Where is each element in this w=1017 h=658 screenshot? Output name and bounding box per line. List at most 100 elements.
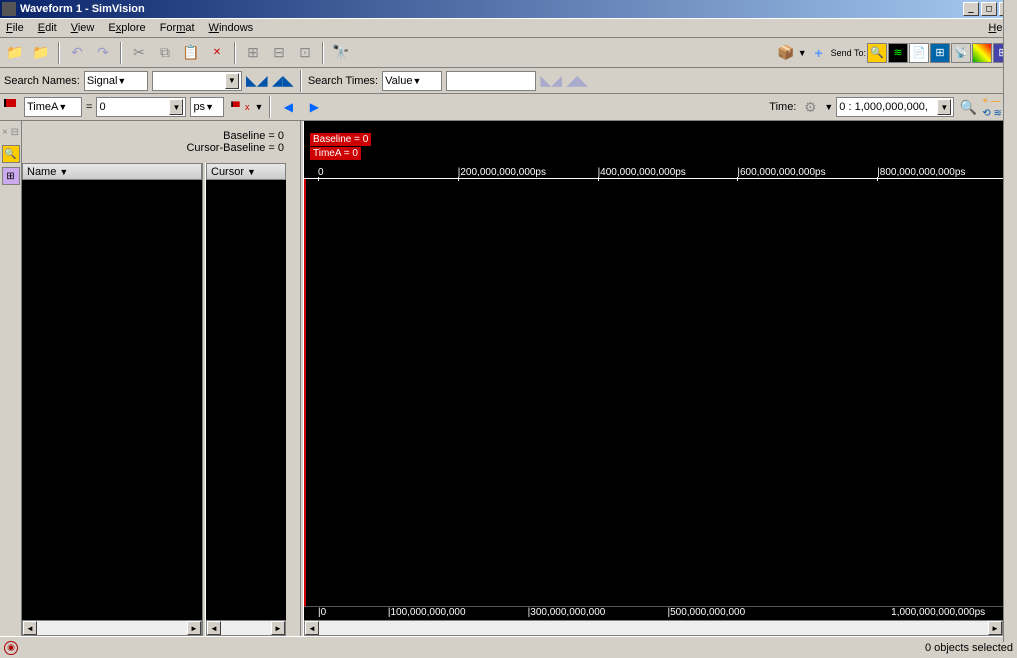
cut-icon[interactable]: ✂ [128,42,150,64]
menu-format[interactable]: Format [160,22,195,34]
search-times-label: Search Times: [308,75,378,87]
expand-icon[interactable]: ⊡ [294,42,316,64]
main-area: × ⊟ 🔍 ⊞ Baseline = 0 Cursor-Baseline = 0… [0,121,1017,636]
name-scroll[interactable]: ◄ ► [22,620,202,636]
scroll-track[interactable] [221,621,271,635]
ruler-tick: |800,000,000,000ps [877,167,965,178]
window-title: Waveform 1 - SimVision [20,3,145,15]
ruler-tick: 0 [318,167,324,178]
cursor-value-input[interactable]: 0 ▼ [96,97,186,117]
zoom-fit-icon[interactable]: 🔍 [957,96,979,118]
chevron-down-icon[interactable]: ▼ [937,99,951,115]
cursor-name-select[interactable]: TimeA ▼ [24,97,82,117]
cursor-baseline-label: Cursor-Baseline = 0 [28,142,294,154]
side-search-icon[interactable]: 🔍 [2,145,20,163]
chevron-down-icon: ▼ [58,102,67,112]
separator [120,42,122,64]
chevron-down-icon[interactable]: ▼ [225,73,239,89]
scroll-track[interactable] [37,621,187,635]
separator [269,96,271,118]
side-close-icon[interactable]: × ⊟ [2,123,20,141]
search-next-icon[interactable]: ◢◣ [272,70,294,92]
ruler-tick: |300,000,000,000 [528,607,606,618]
sendto-schematic-icon[interactable]: ⊞ [930,43,950,63]
search-times-mode[interactable]: Value ▼ [382,71,442,91]
menu-view[interactable]: View [71,22,95,34]
search-names-input[interactable]: ▼ [152,71,242,91]
vertical-scrollbar[interactable] [1003,121,1017,636]
scroll-right-icon[interactable]: ► [187,621,201,635]
time-range-input[interactable]: 0 : 1,000,000,000, ▼ [836,97,954,117]
ruler-tick: |600,000,000,000ps [737,167,825,178]
side-design-icon[interactable]: ⊞ [2,167,20,185]
flag-icon[interactable] [4,99,20,115]
cursor-unit-text: ps [193,101,205,113]
separator [322,42,324,64]
separator [300,70,302,92]
scroll-left-icon[interactable]: ◄ [207,621,221,635]
sendto-waveform-icon[interactable]: ≋ [888,43,908,63]
equals-label: = [86,101,92,113]
top-ruler[interactable]: 0|200,000,000,000ps|400,000,000,000ps|60… [304,163,1003,179]
waveform-scroll[interactable]: ◄ ► [304,620,1003,636]
menu-explore[interactable]: Explore [108,22,145,34]
chevron-down-icon[interactable]: ▼ [169,99,183,115]
chevron-down-icon[interactable]: ▼ [824,102,833,112]
paste-icon[interactable]: 📋 [180,42,202,64]
sendto-design-icon[interactable]: 🔍 [867,43,887,63]
group-icon[interactable]: ⊞ [242,42,264,64]
cursor-list[interactable] [206,180,286,620]
name-column-header[interactable]: Name ▼ [22,163,202,180]
chevron-down-icon: ▼ [117,76,126,86]
sendto-memory-icon[interactable] [972,43,992,63]
separator [234,42,236,64]
cursor-scroll[interactable]: ◄ ► [206,620,286,636]
search-names-mode[interactable]: Signal ▼ [84,71,148,91]
open-icon[interactable] [4,42,26,64]
scroll-track[interactable] [319,621,988,635]
prev-edge-icon[interactable] [277,96,299,118]
bottom-ruler[interactable]: |0|100,000,000,000|300,000,000,000|500,0… [304,606,1003,620]
package-icon[interactable]: 📦 [775,42,797,64]
menu-file[interactable]: File [6,22,24,34]
chevron-down-icon: ▼ [412,76,421,86]
name-column-label: Name [27,166,56,178]
ruler-tick: |100,000,000,000 [388,607,466,618]
binoculars-icon[interactable]: 🔭 [330,42,352,64]
chevron-down-icon[interactable]: ▼ [254,102,263,112]
time-lock-icon[interactable]: ⚙ [799,96,821,118]
sendto-signal-icon[interactable]: 📡 [951,43,971,63]
search-time-prev-icon[interactable]: ◣◢ [540,70,562,92]
scroll-left-icon[interactable]: ◄ [305,621,319,635]
cursor-unit-select[interactable]: ps ▼ [190,97,224,117]
search-prev-icon[interactable]: ◣◢ [246,70,268,92]
sendto-source-icon[interactable]: 📄 [909,43,929,63]
search-time-next-icon[interactable]: ◢◣ [566,70,588,92]
name-list[interactable] [22,180,202,620]
open-database-icon[interactable] [30,42,52,64]
menu-edit[interactable]: Edit [38,22,57,34]
flag-remove-icon[interactable]: x [228,96,250,118]
undo-icon[interactable]: ↶ [66,42,88,64]
status-selected: 0 objects selected [925,642,1013,654]
scroll-left-icon[interactable]: ◄ [23,621,37,635]
dropdown-arrow-icon[interactable]: ▼ [798,48,807,58]
ungroup-icon[interactable]: ⊟ [268,42,290,64]
minimize-button[interactable]: _ [963,2,979,16]
status-icon[interactable]: ◉ [4,641,18,655]
cursor-column-header[interactable]: Cursor ▼ [206,163,286,180]
time-range-text: 0 : 1,000,000,000, [839,101,935,113]
scroll-right-icon[interactable]: ► [271,621,285,635]
add-icon[interactable]: + [808,42,830,64]
delete-icon[interactable] [206,42,228,64]
maximize-button[interactable]: □ [981,2,997,16]
search-times-input[interactable] [446,71,536,91]
next-edge-icon[interactable] [303,96,325,118]
titlebar: Waveform 1 - SimVision _ □ × [0,0,1017,18]
copy-icon[interactable]: ⧉ [154,42,176,64]
ruler-tick: |200,000,000,000ps [458,167,546,178]
menu-windows[interactable]: Windows [209,22,254,34]
waveform-canvas[interactable] [304,179,1003,606]
scroll-right-icon[interactable]: ► [988,621,1002,635]
redo-icon[interactable]: ↷ [92,42,114,64]
